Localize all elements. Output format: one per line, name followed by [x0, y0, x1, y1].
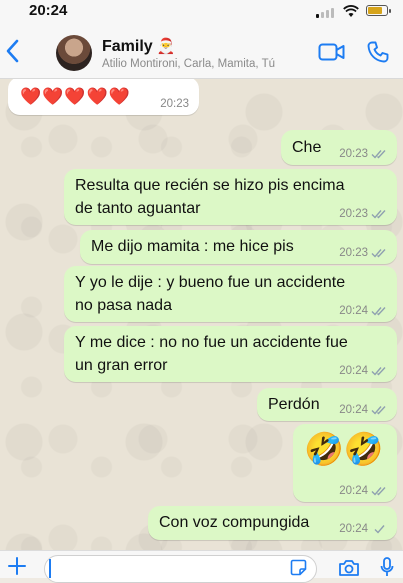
double-check-icon — [371, 150, 386, 159]
message-bubble[interactable]: Y yo le dije : y bueno fue un accidente … — [64, 266, 397, 322]
group-avatar[interactable] — [56, 35, 92, 71]
message-text-line: Y me dice : no no fue un accidente fue — [75, 334, 348, 351]
hearts-emoji: ❤️❤️❤️❤️❤️ — [20, 87, 131, 106]
chat-title-text: Family — [102, 38, 153, 55]
message-time: 20:23 — [160, 98, 189, 110]
sticker-icon[interactable] — [290, 559, 307, 576]
message-meta: 20:23 — [339, 148, 387, 160]
message-meta: 20:24 — [339, 404, 387, 416]
message-meta: 20:23 — [339, 247, 387, 259]
chat-header: Family 🎅 Atilio Montironi, Carla, Mamita,… — [0, 24, 403, 79]
message-meta: 20:24 — [339, 523, 387, 535]
status-bar: 20:24 — [0, 0, 403, 24]
signal-icon — [316, 7, 334, 18]
santa-emoji: 🎅 — [156, 38, 176, 55]
double-check-icon — [371, 210, 386, 219]
message-list[interactable]: ❤️❤️❤️❤️❤️ 20:23 Che 20:23 Resulta que r… — [0, 79, 403, 550]
double-check-icon — [371, 367, 386, 376]
message-meta: 20:23 — [339, 208, 387, 220]
chat-title[interactable]: Family 🎅 — [102, 37, 175, 56]
composer-bar — [0, 550, 403, 583]
message-text-line: no pasa nada — [75, 297, 172, 314]
double-check-icon — [371, 249, 386, 258]
message-time: 20:23 — [339, 208, 368, 220]
battery-icon — [366, 5, 391, 16]
message-time: 20:24 — [339, 485, 368, 497]
double-check-icon — [371, 487, 386, 496]
message-bubble[interactable]: Y me dice : no no fue un accidente fue u… — [64, 326, 397, 382]
message-time: 20:24 — [339, 365, 368, 377]
microphone-icon[interactable] — [380, 557, 394, 577]
message-bubble[interactable]: Perdón 20:24 — [257, 388, 397, 421]
status-time: 20:24 — [29, 2, 68, 19]
message-text: Con voz compungida — [159, 514, 310, 531]
message-text-line: Y yo le dije : y bueno fue un accidente — [75, 274, 346, 291]
double-check-icon — [371, 406, 386, 415]
message-time: 20:24 — [339, 523, 368, 535]
message-bubble[interactable]: Con voz compungida 20:24 — [148, 506, 397, 540]
message-bubble[interactable]: ❤️❤️❤️❤️❤️ 20:23 — [8, 79, 199, 115]
message-text-line: de tanto aguantar — [75, 200, 201, 217]
text-caret — [49, 559, 51, 578]
message-bubble[interactable]: 🤣🤣 20:24 — [293, 424, 397, 502]
message-text: Che — [292, 139, 322, 156]
camera-icon[interactable] — [338, 559, 360, 577]
message-bubble[interactable]: Che 20:23 — [281, 130, 397, 165]
message-text: Me dijo mamita : me hice pis — [91, 238, 294, 255]
message-time: 20:23 — [339, 148, 368, 160]
message-time: 20:23 — [339, 247, 368, 259]
message-bubble[interactable]: Me dijo mamita : me hice pis 20:23 — [80, 230, 397, 264]
message-text-line: Resulta que recién se hizo pis encima — [75, 177, 345, 194]
message-time: 20:24 — [339, 305, 368, 317]
message-meta: 20:24 — [339, 305, 387, 317]
message-input[interactable] — [44, 555, 317, 583]
message-meta: 20:24 — [339, 365, 387, 377]
message-text: Perdón — [268, 396, 320, 413]
message-text-line: un gran error — [75, 357, 168, 374]
message-time: 20:24 — [339, 404, 368, 416]
rofl-emoji: 🤣🤣 — [304, 431, 384, 467]
plus-icon[interactable] — [8, 557, 26, 575]
chat-participants: Atilio Montironi, Carla, Mamita, Tú — [102, 58, 275, 70]
double-check-icon — [371, 307, 386, 316]
phone-call-icon[interactable] — [366, 40, 390, 64]
single-check-icon — [374, 525, 385, 534]
message-meta: 20:23 — [160, 98, 189, 110]
wifi-icon — [343, 5, 359, 17]
back-chevron-icon[interactable] — [4, 38, 22, 64]
message-meta: 20:24 — [339, 485, 387, 497]
message-bubble[interactable]: Resulta que recién se hizo pis encima de… — [64, 169, 397, 225]
video-call-icon[interactable] — [318, 42, 345, 62]
